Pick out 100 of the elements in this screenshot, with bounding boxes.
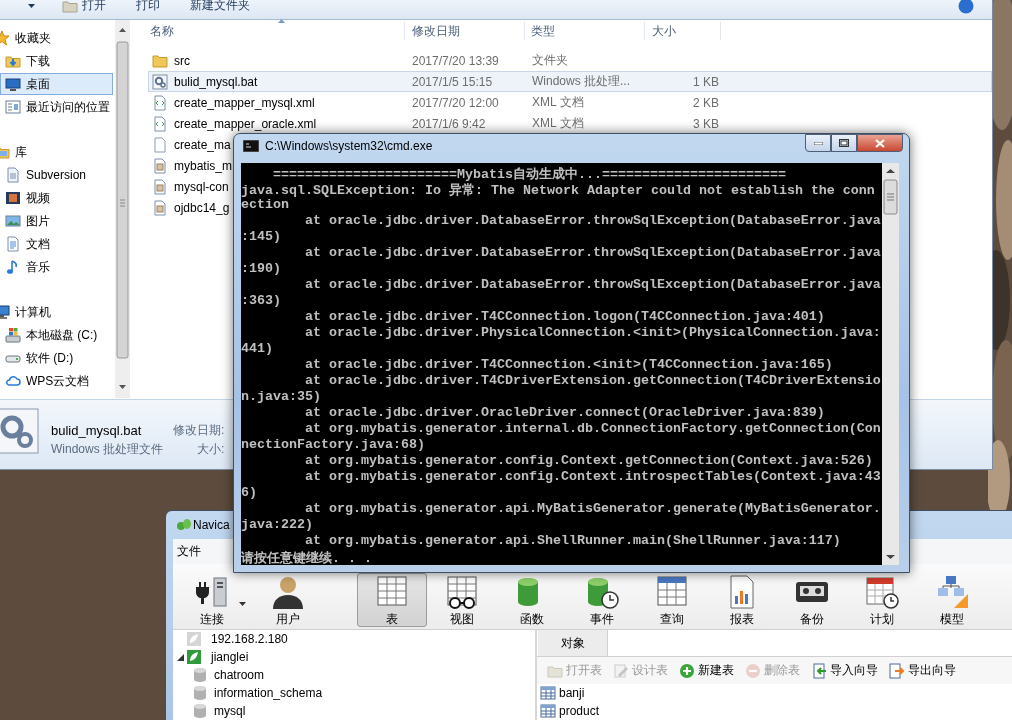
expanded-arrow-icon[interactable] — [177, 653, 184, 661]
nav-item[interactable]: 软件 (D:) — [0, 347, 113, 369]
leaf-logo-icon — [177, 519, 191, 531]
minimize-button[interactable] — [805, 134, 831, 152]
tree-item[interactable]: jianglei — [173, 648, 535, 666]
database-icon — [192, 667, 208, 683]
nav-item[interactable]: 下载 — [0, 50, 113, 72]
console-line: java.sql.SQLException: Io 异常: The Network Adapter could not establish the conn — [241, 182, 876, 197]
export-icon — [889, 662, 905, 679]
nav-item[interactable]: 视频 — [0, 187, 113, 209]
nav-item[interactable]: 库 — [0, 141, 113, 163]
nav-item[interactable]: 图片 — [0, 210, 113, 232]
property-label: 修改日期: — [173, 422, 225, 439]
minus-icon — [745, 662, 761, 679]
console-line: at org.mybatis.generator.config.Context.getConnection(Context.java:526) — [304, 453, 874, 469]
file-row[interactable]: mysql-con — [148, 176, 230, 197]
glasses-grid-icon — [444, 574, 480, 610]
image-file-icon — [152, 178, 168, 195]
action-button[interactable]: 导入向导 — [811, 662, 878, 679]
console-line: at org.mybatis.generator.internal.db.ConnectionFactory.getConnection(Con — [304, 421, 882, 437]
file-row[interactable]: create_ma — [148, 134, 230, 155]
console-line: at oracle.jdbc.driver.DatabaseError.throwSqlException(DatabaseError.java — [304, 277, 882, 293]
pencil-icon — [613, 662, 629, 679]
file-type: XML 文档 — [532, 95, 584, 109]
tab[interactable]: 对象 — [538, 630, 608, 656]
console-line: at oracle.jdbc.driver.PhysicalConnection.<init>(PhysicalConnection.java: — [304, 325, 882, 341]
toolbar-button[interactable]: 函数 — [497, 573, 567, 627]
toolbar-button[interactable]: 连接 — [177, 573, 247, 627]
file-name: create_mapper_mysql.xml — [174, 95, 315, 110]
console-line: nectionFactory.java:68) — [241, 437, 426, 453]
console-icon — [243, 140, 259, 152]
console-line: at oracle.jdbc.driver.T4CConnection.logon(T4CConnection.java:401) — [304, 309, 826, 325]
person-icon — [270, 574, 306, 610]
console-line: java:222) — [241, 517, 314, 533]
toolbar-button[interactable]: 计划 — [847, 573, 917, 627]
toolbar-button[interactable]: 表 — [357, 573, 427, 627]
file-type: Windows 批处理文件 — [51, 441, 163, 458]
help-icon[interactable] — [958, 0, 974, 14]
close-button[interactable] — [857, 134, 903, 152]
column-header[interactable]: 类型 — [525, 22, 645, 40]
cloud-icon — [5, 373, 21, 389]
file-name: src — [174, 53, 190, 68]
property-label: 大小: — [197, 441, 225, 458]
tree-item[interactable]: information_schema — [173, 684, 535, 702]
file-row[interactable]: ojdbc14_g — [148, 197, 230, 218]
toolbar-button[interactable]: 备份 — [777, 573, 847, 627]
toolbar-button[interactable]: 视图 — [427, 573, 497, 627]
toolbar-button[interactable]: 事件 — [567, 573, 637, 627]
nav-item[interactable]: 本地磁盘 (C:) — [0, 324, 113, 346]
maximize-button[interactable] — [831, 134, 857, 152]
file-name: create_mapper_oracle.xml — [174, 116, 317, 131]
console-line: :363) — [241, 293, 282, 309]
table-list-item[interactable]: product — [537, 702, 1012, 720]
file-row[interactable]: mybatis_m — [148, 155, 230, 176]
toolbar-button[interactable]: 查询 — [637, 573, 707, 627]
file-row[interactable]: create_mapper_oracle.xml 2017/1/6 9:42 XML 文档 3 KB — [148, 113, 992, 134]
nav-item[interactable]: WPS云文档 — [0, 370, 113, 392]
toolbar-button[interactable]: 打开 — [58, 0, 110, 14]
scrollbar[interactable] — [115, 20, 130, 398]
tree-item[interactable]: mysql — [173, 702, 535, 720]
window-title: C:\Windows\system32\cmd.exe — [265, 139, 433, 153]
console-line: =======================Mybatis自动生成中...======================= — [272, 166, 787, 181]
nav-item[interactable]: 桌面 — [0, 73, 113, 95]
tree-item[interactable]: 192.168.2.180 — [173, 630, 535, 648]
console-line: at oracle.jdbc.driver.T4CConnection.<init>(T4CConnection.java:165) — [304, 357, 834, 373]
menu-item[interactable]: 文件 — [177, 543, 201, 560]
scrollbar[interactable] — [882, 163, 899, 565]
nav-item[interactable]: 计算机 — [0, 301, 113, 323]
file-type: XML 文档 — [532, 116, 584, 130]
file-name: mybatis_m — [174, 158, 232, 173]
minimize-icon — [813, 141, 823, 145]
file-size: 2 KB — [693, 95, 719, 110]
xml-file-icon — [152, 94, 168, 111]
gear-file-icon — [0, 407, 40, 455]
file-row[interactable]: src 2017/7/20 13:39 文件夹 — [148, 50, 992, 71]
folder-icon — [152, 52, 168, 69]
file-row[interactable]: bulid_mysql.bat 2017/1/5 15:15 Windows 批处理... 1 KB — [148, 71, 992, 92]
table-list-item[interactable]: banji — [537, 684, 1012, 702]
column-header[interactable]: 大小 — [645, 22, 721, 40]
film-icon — [5, 190, 21, 206]
image-file-icon — [152, 157, 168, 174]
console-line: at oracle.jdbc.driver.T4CDriverExtension.getConnection(T4CDriverExtensio — [304, 373, 882, 389]
tree-item[interactable]: chatroom — [173, 666, 535, 684]
toolbar-button[interactable]: 模型 — [917, 573, 987, 627]
nav-item[interactable]: 文档 — [0, 233, 113, 255]
action-button[interactable]: 导出向导 — [889, 662, 956, 679]
nav-item[interactable]: Subversion — [0, 164, 113, 186]
file-size: 3 KB — [693, 116, 719, 131]
nav-item[interactable]: 最近访问的位置 — [0, 96, 113, 118]
column-header[interactable]: 修改日期 — [405, 22, 525, 40]
action-button[interactable]: 新建表 — [679, 662, 734, 679]
file-name: ojdbc14_g — [174, 200, 230, 215]
file-name: bulid_mysql.bat — [174, 74, 258, 89]
nav-item[interactable]: 收藏夹 — [0, 27, 113, 49]
toolbar-button[interactable]: 报表 — [707, 573, 777, 627]
landscape-icon — [5, 213, 21, 229]
nav-item[interactable]: 音乐 — [0, 256, 113, 278]
column-header[interactable]: 名称 — [148, 22, 405, 40]
file-row[interactable]: create_mapper_mysql.xml 2017/7/20 12:00 XML 文档 2 KB — [148, 92, 992, 113]
toolbar-button[interactable]: 用户 — [253, 573, 323, 627]
